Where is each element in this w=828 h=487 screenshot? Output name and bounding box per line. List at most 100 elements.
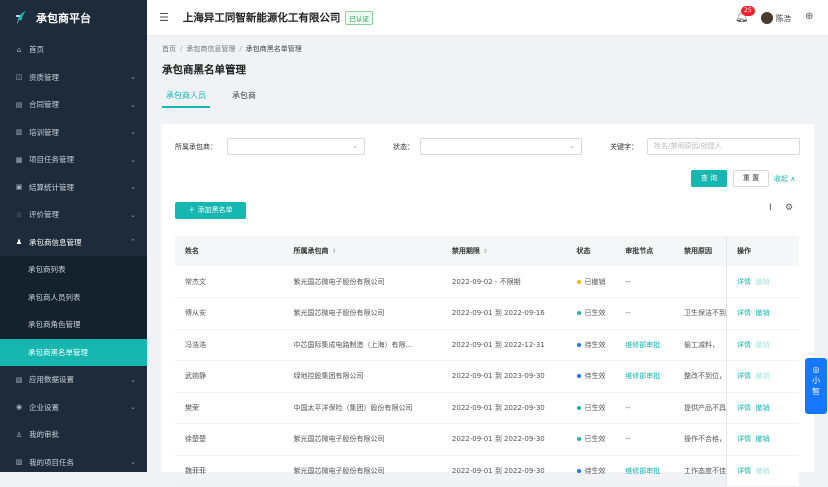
sidebar-item[interactable]: ◫ 资质管理 ⌄: [0, 64, 147, 92]
settings-icon[interactable]: ⚙: [785, 203, 793, 213]
search-button[interactable]: 查 询: [691, 170, 727, 187]
assistant-widget[interactable]: ◎ 小 智: [805, 358, 827, 414]
sidebar-subitem[interactable]: 承包商人员列表: [0, 283, 147, 311]
breadcrumb: 首页 / 承包商信息管理 / 承包商黑名单管理: [162, 45, 302, 53]
detail-link[interactable]: 详情: [737, 278, 751, 286]
menu-fold-icon[interactable]: ☰: [159, 11, 169, 24]
sidebar-item[interactable]: ♟ 承包商信息管理 ⌃: [0, 229, 147, 257]
sort-icon[interactable]: ⇕: [483, 248, 488, 255]
status-text: 待生效: [584, 466, 606, 475]
sidebar-item[interactable]: ▥ 培训管理 ⌄: [0, 119, 147, 147]
avatar[interactable]: [761, 12, 773, 24]
col-header-node: 审批节点: [615, 236, 675, 266]
detail-link[interactable]: 详情: [737, 467, 751, 475]
chevron-icon: ⌄: [130, 183, 136, 192]
globe-icon[interactable]: ⊕: [805, 11, 813, 22]
sidebar-item-label: 评价管理: [29, 210, 59, 220]
revoke-link[interactable]: 撤销: [755, 404, 769, 412]
revoke-link[interactable]: 撤销: [755, 309, 769, 317]
cell-company: 紫光国芯微电子股份有限公司: [283, 297, 442, 330]
sidebar-subitem[interactable]: 承包商列表: [0, 256, 147, 284]
cell-node: --: [615, 266, 675, 298]
notification-count: 25: [741, 6, 755, 16]
revoke-link: 撤销: [755, 340, 770, 349]
breadcrumb-current: 承包商黑名单管理: [245, 45, 302, 53]
status-text: 已生效: [584, 403, 606, 412]
detail-link[interactable]: 详情: [737, 309, 751, 317]
menu-icon: ☆: [15, 210, 23, 219]
detail-link[interactable]: 详情: [737, 372, 751, 380]
cell-node[interactable]: 维修部审批: [615, 360, 675, 393]
status-select[interactable]: ⌄: [420, 138, 582, 155]
revoke-link[interactable]: 撤销: [755, 435, 769, 443]
cell-actions: 详情 撤销: [726, 329, 799, 361]
sidebar-item[interactable]: ▣ 结算统计管理 ⌄: [0, 174, 147, 202]
menu-icon: ▣: [15, 183, 23, 192]
reset-button[interactable]: 重 置: [733, 170, 769, 187]
col-header-company[interactable]: 所属承包商 ⇕: [283, 236, 442, 266]
assistant-label-2: 智: [812, 387, 820, 396]
sidebar-subitem[interactable]: 承包商黑名单管理: [0, 338, 147, 366]
sidebar-item-label: 项目任务管理: [29, 155, 74, 165]
sidebar-item[interactable]: ▤ 合同管理 ⌄: [0, 91, 147, 119]
cell-status: 待生效: [566, 455, 616, 487]
sidebar-item[interactable]: ♙ 我的审批: [0, 421, 147, 449]
cell-period: 2022-09-01 到 2022-09-30: [441, 392, 567, 424]
sidebar-item[interactable]: ☆ 评价管理 ⌄: [0, 201, 147, 229]
cell-period: 2022-09-01 到 2022-09-30: [441, 423, 567, 456]
breadcrumb-parent[interactable]: 承包商信息管理: [186, 45, 235, 53]
cell-period: 2022-09-01 到 2022-12-31: [441, 329, 567, 361]
menu-icon: ◫: [15, 73, 23, 82]
tab-contractor[interactable]: 承包商: [228, 90, 260, 108]
detail-link[interactable]: 详情: [737, 435, 751, 443]
cell-period: 2022-09-02 - 不限期: [441, 266, 567, 298]
cell-node: --: [615, 392, 675, 424]
detail-link[interactable]: 详情: [737, 341, 751, 349]
collapse-toggle[interactable]: 收起 ∧: [774, 174, 795, 184]
sidebar-item[interactable]: ⌂ 首页: [0, 36, 147, 64]
detail-link[interactable]: 详情: [737, 404, 751, 412]
contractor-select[interactable]: ⌄: [227, 138, 365, 155]
tab-contractor-personnel[interactable]: 承包商人员: [162, 90, 210, 108]
col-header-actions: 操作: [726, 236, 799, 266]
sidebar-item-label: 我的审批: [29, 430, 59, 440]
cell-actions: 详情 撤销: [726, 392, 799, 424]
assistant-label-1: 小: [812, 376, 820, 385]
sidebar-subitem[interactable]: 承包商角色管理: [0, 311, 147, 339]
company-name[interactable]: 上海异工同智新能源化工有限公司: [183, 10, 341, 25]
cell-company: 中芯国际集成电路制造（上海）有限...: [283, 329, 442, 361]
status-text: 已生效: [584, 435, 606, 444]
sidebar-item[interactable]: ▦ 项目任务管理 ⌄: [0, 146, 147, 174]
cell-actions: 详情 撤销: [726, 297, 799, 330]
menu-icon: ♟: [15, 238, 23, 247]
menu-icon: ▨: [15, 458, 23, 467]
column-height-icon[interactable]: Ⅰ: [769, 203, 772, 213]
chevron-icon: ⌄: [130, 458, 136, 467]
sidebar-item[interactable]: ▧ 应用数据设置 ⌄: [0, 366, 147, 394]
chevron-down-icon: ⌄: [352, 142, 358, 150]
table-row: 冯浩浩 中芯国际集成电路制造（上海）有限... 2022-09-01 到 2022-…: [175, 329, 799, 361]
chevron-down-icon: ⌄: [569, 142, 575, 150]
status-text: 已撤销: [584, 277, 606, 286]
col-header-period[interactable]: 禁用期限 ⇕: [441, 236, 567, 266]
cell-reason: 整改不到位，: [674, 360, 727, 393]
contractor-filter-label: 所属承包商：: [175, 143, 217, 151]
sidebar-submenu: 承包商列表 承包商人员列表 承包商角色管理 承包商黑名单管理: [0, 256, 147, 366]
chevron-icon: ⌄: [130, 155, 136, 164]
sidebar-item[interactable]: ◉ 企业设置 ⌄: [0, 394, 147, 422]
cell-node[interactable]: 维修部审批: [615, 455, 675, 487]
status-filter-label: 状态：: [393, 143, 414, 151]
sidebar-item-label: 企业设置: [29, 402, 59, 412]
cell-node[interactable]: 维修部审批: [615, 329, 675, 361]
username[interactable]: 陈浩: [776, 13, 791, 24]
breadcrumb-home[interactable]: 首页: [162, 45, 176, 53]
table-row: 魏菲菲 紫光国芯微电子股份有限公司 2022-09-01 到 2022-09-30 待…: [175, 455, 799, 487]
add-blacklist-button[interactable]: ＋ 添加黑名单: [175, 202, 246, 219]
top-header: ☰ 上海异工同智新能源化工有限公司 已认证 🔔︎ 25 陈浩 ⊕: [147, 0, 828, 36]
keyword-input[interactable]: 姓名/禁用原因/创建人: [647, 138, 800, 155]
cell-status: 已撤销: [566, 266, 616, 298]
status-dot: [576, 279, 581, 284]
status-dot: [576, 311, 581, 316]
app-logo[interactable]: 承包商平台: [0, 0, 147, 36]
sort-icon[interactable]: ⇕: [332, 248, 337, 255]
